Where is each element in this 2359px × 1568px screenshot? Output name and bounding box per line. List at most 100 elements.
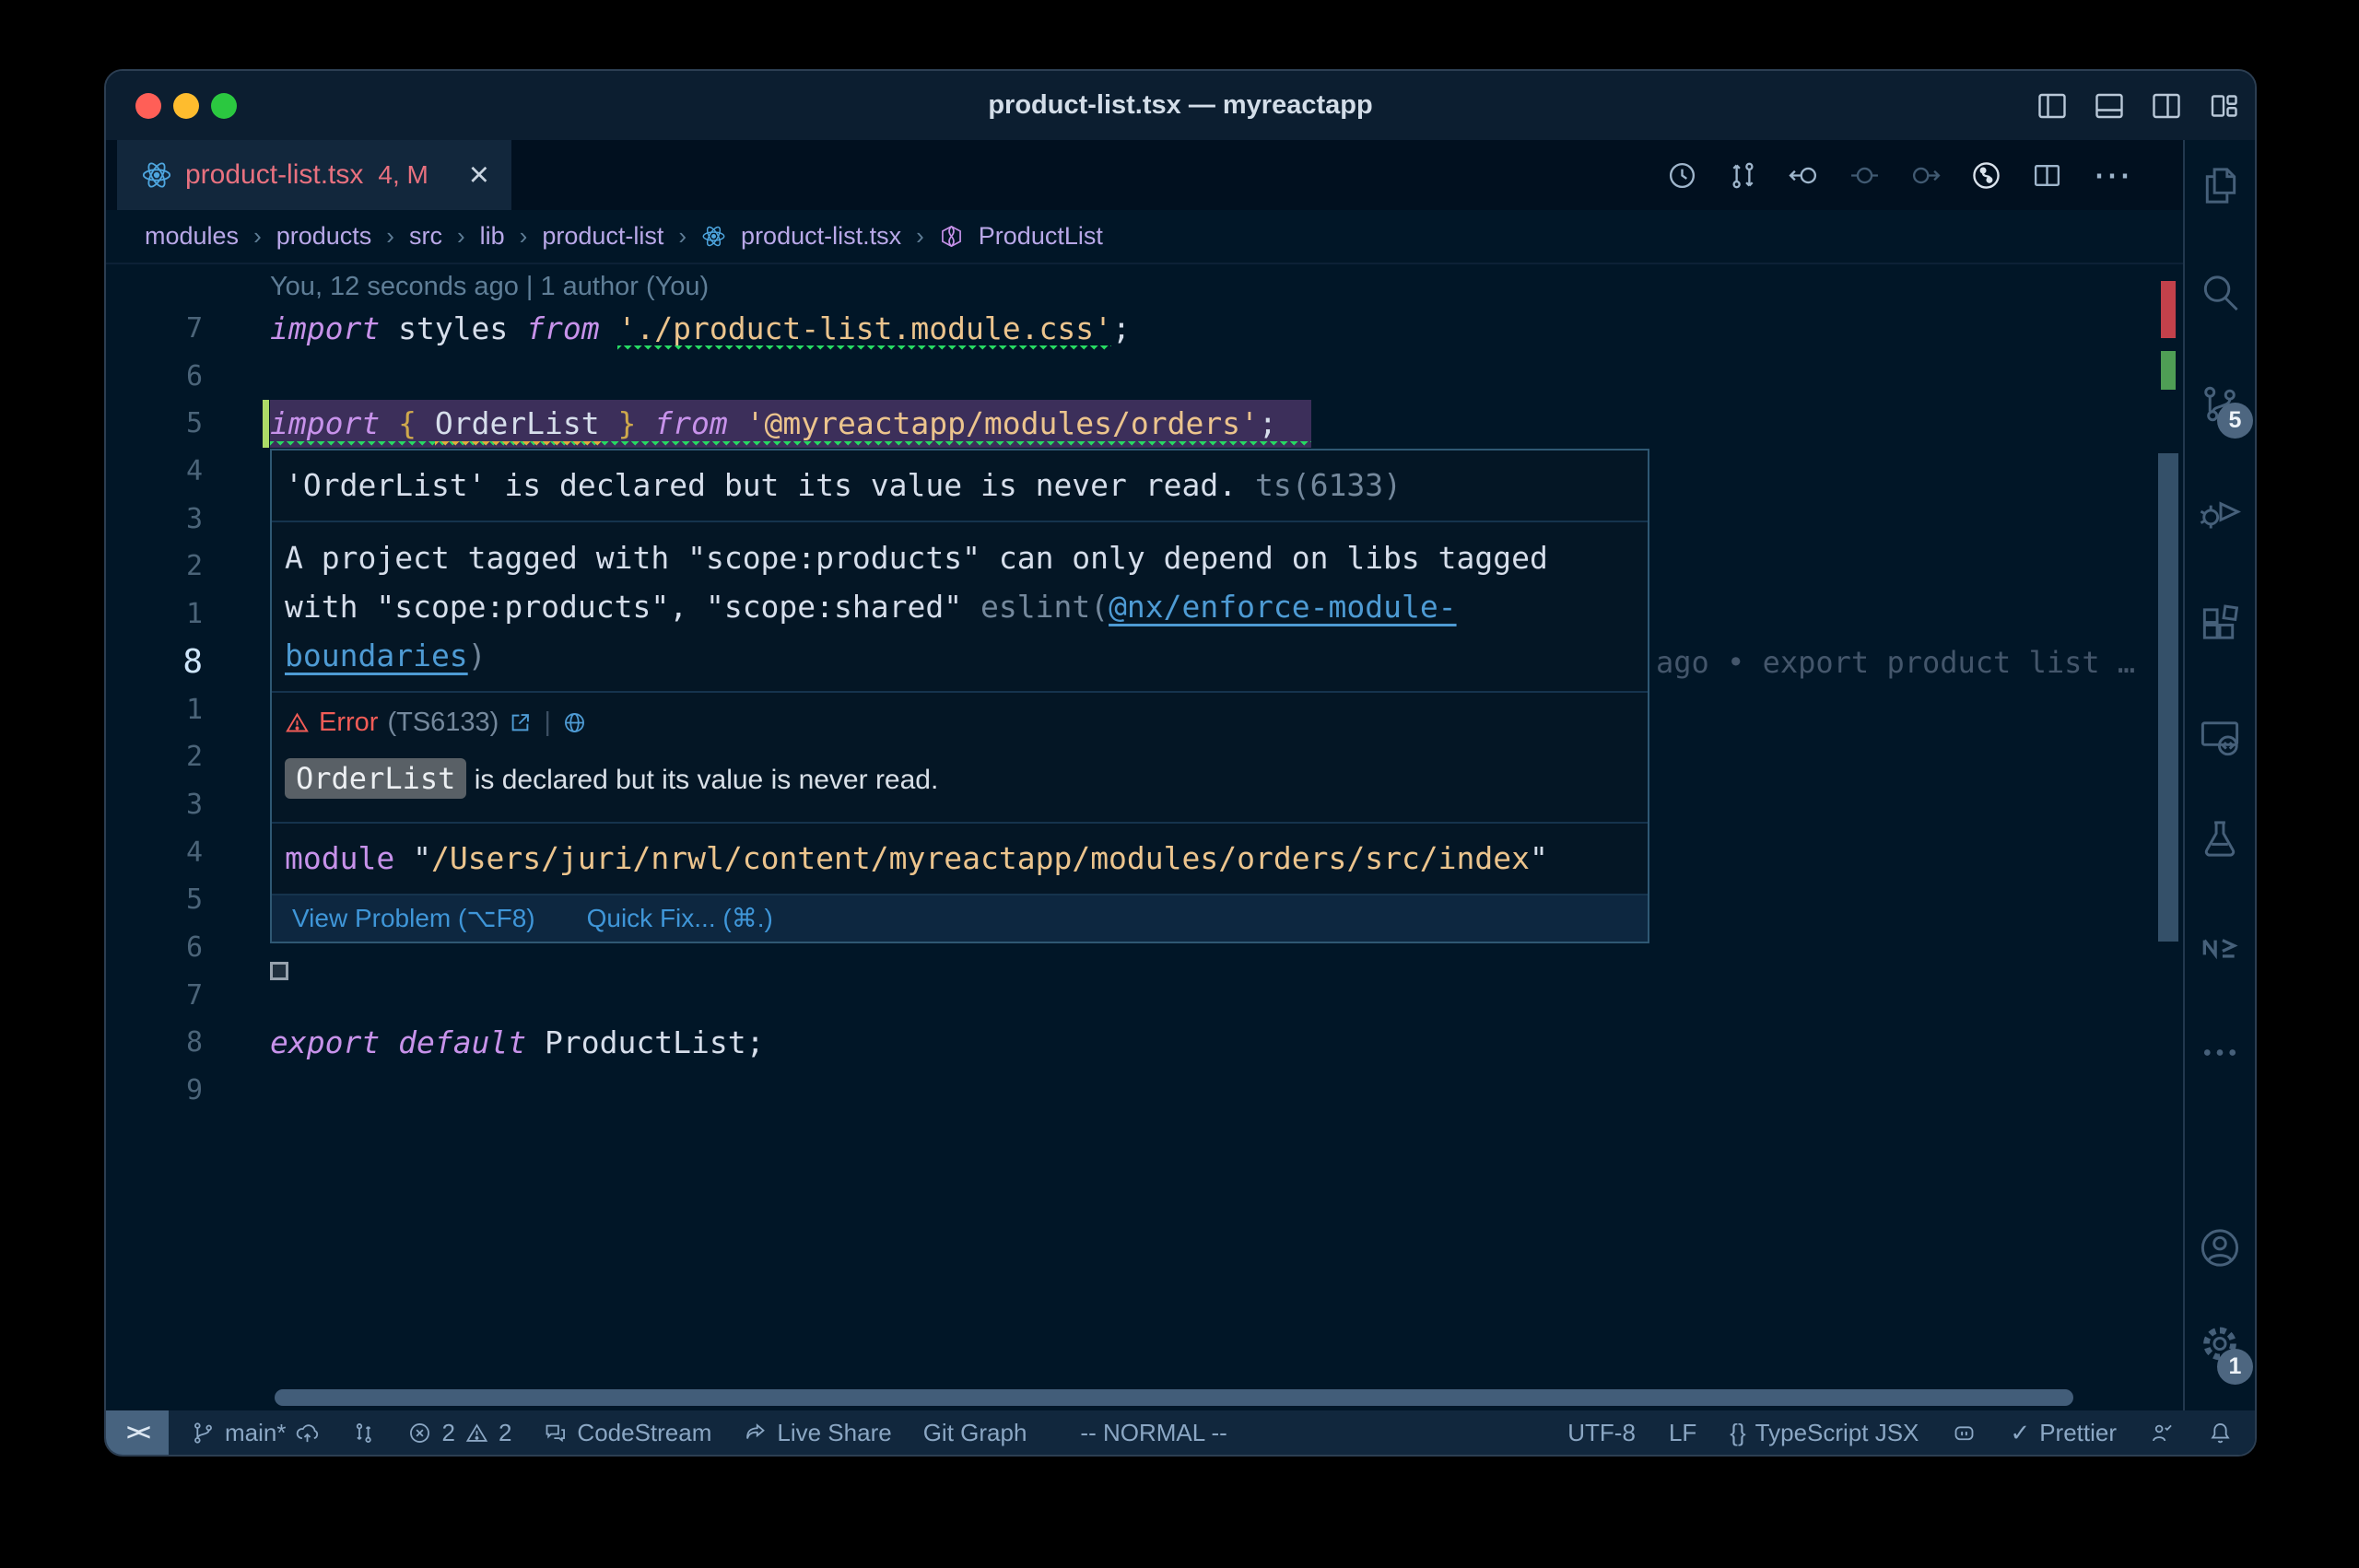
eol-item[interactable]: LF <box>1669 1419 1696 1447</box>
symbol-box-icon <box>939 224 964 249</box>
more-views-icon[interactable] <box>2199 1031 2242 1074</box>
horizontal-scrollbar[interactable] <box>275 1389 2073 1406</box>
explorer-icon[interactable] <box>2199 164 2242 207</box>
run-debug-icon[interactable] <box>2199 490 2242 533</box>
line-number: 6 <box>106 924 212 972</box>
tooltip-module-path: module "/Users/juri/nrwl/content/myreact… <box>272 824 1648 895</box>
change-marker-icon[interactable] <box>1849 160 1880 191</box>
plain-token: ; <box>1259 405 1277 441</box>
prettier-item[interactable]: ✓ Prettier <box>2010 1419 2117 1447</box>
breadcrumb-item[interactable]: lib <box>480 222 505 251</box>
git-graph-item[interactable]: Git Graph <box>923 1419 1027 1447</box>
breadcrumb-separator: › <box>520 222 528 251</box>
close-tab-icon[interactable]: × <box>469 161 489 189</box>
plain-token <box>636 405 654 441</box>
view-problem-link[interactable]: View Problem (⌥F8) <box>292 903 535 934</box>
customize-layout-icon[interactable] <box>2207 89 2240 123</box>
timeline-icon[interactable] <box>1667 160 1697 191</box>
breadcrumb-file[interactable]: product-list.tsx <box>741 222 901 251</box>
toggle-panel-icon[interactable] <box>2093 89 2126 123</box>
remote-explorer-icon[interactable] <box>2199 716 2242 759</box>
testing-icon[interactable] <box>2199 817 2242 860</box>
ts-message-text: 'OrderList' is declared but its value is… <box>285 467 1255 503</box>
remote-indicator[interactable]: >< <box>106 1410 169 1455</box>
nx-console-icon[interactable] <box>2199 926 2242 969</box>
warning-triangle-icon <box>464 1421 489 1445</box>
scrollbar-slider[interactable] <box>2158 453 2178 942</box>
editor-column: product-list.tsx 4, M × <box>106 140 2183 1410</box>
next-change-icon[interactable] <box>1910 160 1941 191</box>
tab-product-list[interactable]: product-list.tsx 4, M × <box>117 140 511 210</box>
warning-triangle-icon <box>285 710 310 735</box>
split-editor-icon[interactable] <box>2032 160 2062 191</box>
vim-mode-item[interactable]: -- NORMAL -- <box>1080 1419 1226 1447</box>
search-icon[interactable] <box>2199 272 2242 315</box>
error-description-row: OrderList is declared but its value is n… <box>285 744 1635 811</box>
more-actions-icon[interactable]: ⋯ <box>2093 166 2131 184</box>
tab-problems-badge: 4, M <box>378 160 428 190</box>
toggle-primary-sidebar-icon[interactable] <box>2036 89 2069 123</box>
error-description-text: is declared but its value is never read. <box>466 765 938 795</box>
breadcrumb-item[interactable]: src <box>409 222 442 251</box>
line-number: 5 <box>106 400 212 448</box>
module-path-text: /Users/juri/nrwl/content/myreactapp/modu… <box>431 840 1530 876</box>
scm-graph-icon[interactable] <box>1971 160 2001 191</box>
breadcrumb-symbol[interactable]: ProductList <box>979 222 1103 251</box>
live-share-icon <box>743 1421 768 1445</box>
extensions-icon[interactable] <box>2199 603 2242 646</box>
brace-token: } <box>618 405 637 441</box>
gitlens-status-item[interactable] <box>351 1421 376 1445</box>
globe-icon[interactable] <box>562 710 587 735</box>
scm-badge: 5 <box>2217 403 2253 439</box>
quote-token: " <box>413 840 431 876</box>
open-external-icon[interactable] <box>508 710 533 735</box>
line-number: 7 <box>106 972 212 1020</box>
code-line-export-default[interactable]: export default ProductList; <box>270 1019 764 1067</box>
live-share-item[interactable]: Live Share <box>743 1419 891 1447</box>
code-editor[interactable]: 7 6 5 4 3 2 1 8 1 2 3 4 5 6 7 8 9 <box>106 264 2183 1410</box>
tooltip-resize-grip[interactable] <box>270 962 288 980</box>
line-number: 3 <box>106 781 212 829</box>
status-left: main* 2 2 <box>169 1419 1227 1447</box>
branch-item[interactable]: main* <box>191 1419 320 1447</box>
error-code: (TS6133) <box>387 704 499 741</box>
prettier-label: Prettier <box>2039 1419 2117 1447</box>
notifications-item[interactable] <box>2208 1421 2233 1445</box>
breadcrumb-item[interactable]: product-list <box>542 222 663 251</box>
language-mode-item[interactable]: {} TypeScript JSX <box>1730 1419 1919 1447</box>
compare-changes-icon[interactable] <box>1728 160 1758 191</box>
plain-token <box>728 405 746 441</box>
error-circle-icon <box>407 1421 432 1445</box>
git-graph-label: Git Graph <box>923 1419 1027 1447</box>
problems-item[interactable]: 2 2 <box>407 1419 511 1447</box>
breadcrumb-item[interactable]: modules <box>145 222 239 251</box>
vertical-scrollbar[interactable] <box>2158 264 2178 1410</box>
encoding-item[interactable]: UTF-8 <box>1567 1419 1636 1447</box>
codestream-label: CodeStream <box>577 1419 711 1447</box>
feedback-item[interactable] <box>2150 1421 2175 1445</box>
line-number: 1 <box>106 591 212 638</box>
breadcrumb-separator: › <box>916 222 924 251</box>
copilot-item[interactable] <box>1952 1421 1977 1445</box>
keyword-token: export <box>270 1024 380 1060</box>
string-token: '@myreactapp/modules/orders' <box>746 405 1259 441</box>
account-icon[interactable] <box>2199 1226 2242 1270</box>
tooltip-eslint-message: A project tagged with "scope:products" c… <box>272 522 1648 693</box>
react-icon <box>701 224 726 249</box>
lint-squiggle <box>270 441 1311 448</box>
toggle-secondary-sidebar-icon[interactable] <box>2150 89 2183 123</box>
copilot-icon <box>1952 1421 1977 1445</box>
previous-change-icon[interactable] <box>1789 160 1819 191</box>
plain-token <box>600 310 618 346</box>
ts-error-code: ts(6133) <box>1255 467 1402 503</box>
quick-fix-link[interactable]: Quick Fix... (⌘.) <box>587 903 773 934</box>
symbol-chip: OrderList <box>285 758 466 799</box>
error-label: Error <box>319 704 378 741</box>
vscode-window: product-list.tsx — myreactapp <box>104 69 2257 1457</box>
line-number: 5 <box>106 876 212 924</box>
breadcrumb-item[interactable]: products <box>276 222 372 251</box>
error-count: 2 <box>441 1419 454 1447</box>
codestream-item[interactable]: CodeStream <box>543 1419 711 1447</box>
identifier-token: ProductList; <box>545 1024 764 1060</box>
line-number: 4 <box>106 448 212 496</box>
